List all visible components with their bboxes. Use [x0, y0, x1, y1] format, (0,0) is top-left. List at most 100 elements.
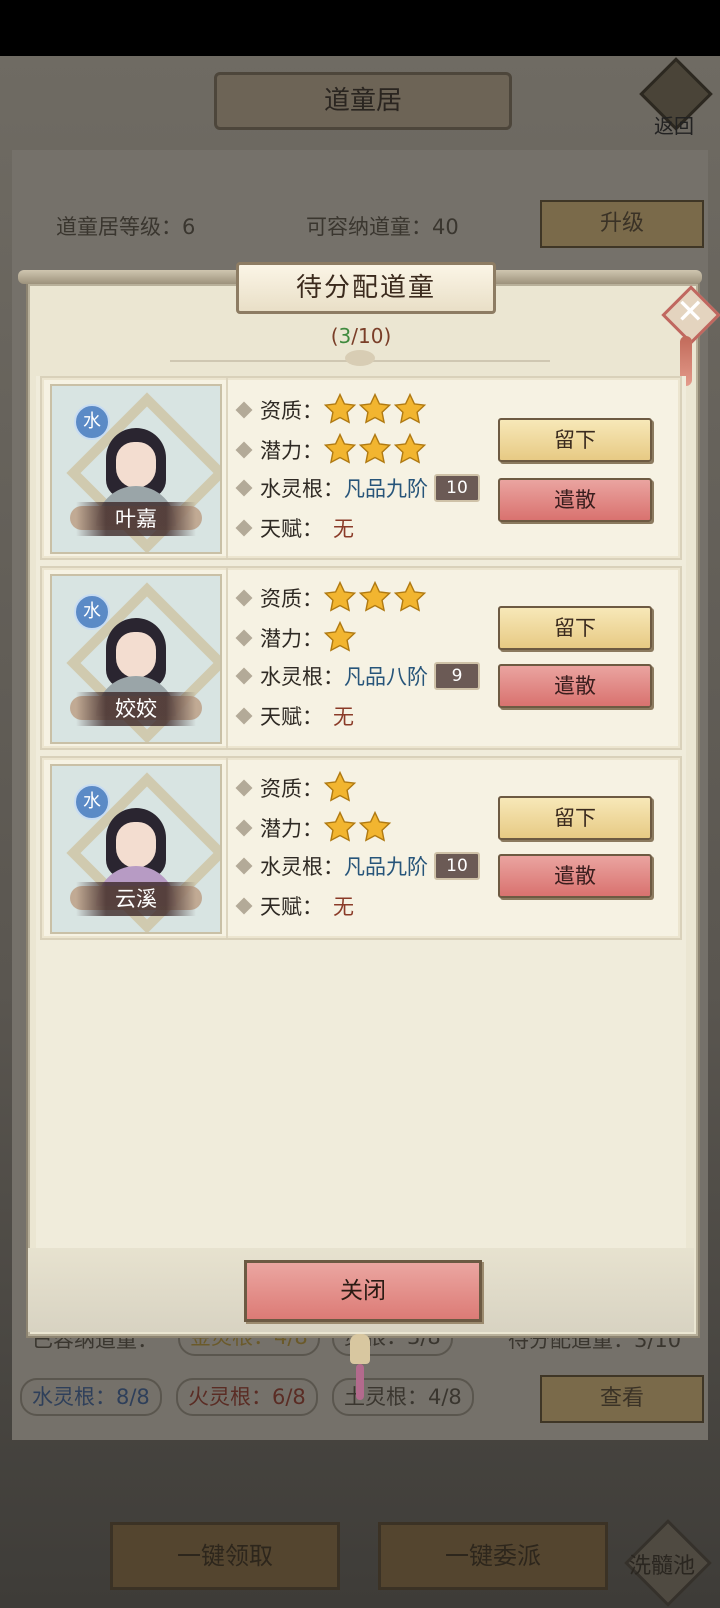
collect-all-button[interactable]: 一键领取 — [110, 1522, 340, 1590]
root-value: 凡品九阶 — [344, 855, 428, 879]
bullet-icon — [235, 819, 253, 837]
disciple-name: 云溪 — [76, 882, 196, 916]
aptitude-label: 资质： — [260, 777, 323, 801]
root-row: 水灵根：凡品八阶 9 — [235, 660, 480, 694]
bullet-icon — [235, 629, 253, 647]
potential-row: 潜力： — [235, 432, 428, 466]
talent-label: 天赋： — [260, 705, 323, 729]
potential-label: 潜力： — [260, 817, 323, 841]
keep-button[interactable]: 留下 — [498, 796, 652, 840]
star-icon — [358, 580, 392, 612]
card-divider — [226, 568, 228, 748]
portrait-face — [116, 442, 156, 488]
count-rest: /10) — [351, 324, 392, 348]
status-bar — [0, 0, 720, 56]
keep-button[interactable]: 留下 — [498, 606, 652, 650]
aptitude-stars — [323, 770, 358, 802]
water-element-badge: 水 — [74, 784, 110, 820]
talent-value: 无 — [333, 895, 354, 919]
aptitude-label: 资质： — [260, 399, 323, 423]
root-value: 凡品八阶 — [344, 665, 428, 689]
potential-stars — [323, 620, 358, 652]
disciple-portrait: 姣姣 水 — [50, 574, 222, 744]
bullet-icon — [235, 589, 253, 607]
root-row: 水灵根：凡品九阶 10 — [235, 472, 480, 506]
marrow-pool-button[interactable]: 洗髓池 — [624, 1519, 712, 1607]
star-icon — [358, 392, 392, 424]
disciple-name: 姣姣 — [76, 692, 196, 726]
back-label: 返回 — [654, 114, 694, 138]
potential-row: 潜力： — [235, 620, 358, 654]
bullet-icon — [235, 441, 253, 459]
potential-stars — [323, 432, 428, 464]
star-icon — [323, 432, 357, 464]
potential-label: 潜力： — [260, 627, 323, 651]
star-icon — [323, 770, 357, 802]
portrait-face — [116, 632, 156, 678]
view-button[interactable]: 查看 — [540, 1375, 704, 1423]
talent-row: 天赋： 无 — [235, 512, 354, 546]
star-icon — [393, 580, 427, 612]
star-icon — [323, 810, 357, 842]
bullet-icon — [235, 707, 253, 725]
disciple-card: 叶嘉 水 资质： 潜力： 水灵根：凡品九阶 10 天赋： 无 留下 遣散 — [40, 376, 682, 560]
dismiss-button[interactable]: 遣散 — [498, 664, 652, 708]
star-icon — [323, 580, 357, 612]
divider-ornament-center — [345, 350, 375, 366]
back-button[interactable]: 返回 — [639, 57, 713, 138]
close-button[interactable]: 关闭 — [244, 1260, 482, 1322]
dialog-title: 待分配道童 — [236, 262, 496, 314]
aptitude-row: 资质： — [235, 580, 428, 614]
bell-tassel — [356, 1364, 364, 1400]
aptitude-row: 资质： — [235, 392, 428, 426]
card-divider — [226, 378, 228, 558]
disciple-name: 叶嘉 — [76, 502, 196, 536]
upgrade-button[interactable]: 升级 — [540, 200, 704, 248]
keep-button[interactable]: 留下 — [498, 418, 652, 462]
star-icon — [323, 620, 357, 652]
bullet-icon — [235, 519, 253, 537]
count-open: ( — [330, 324, 339, 348]
star-icon — [393, 432, 427, 464]
talent-value: 无 — [333, 705, 354, 729]
talent-row: 天赋： 无 — [235, 890, 354, 924]
bullet-icon — [235, 667, 253, 685]
dismiss-button[interactable]: 遣散 — [498, 854, 652, 898]
root-level-badge: 10 — [434, 474, 480, 502]
root-label: 水灵根： — [260, 665, 344, 689]
count-current: 3 — [338, 324, 352, 348]
talent-label: 天赋： — [260, 895, 323, 919]
aptitude-label: 资质： — [260, 587, 323, 611]
root-level-badge: 10 — [434, 852, 480, 880]
water-element-badge: 水 — [74, 404, 110, 440]
talent-label: 天赋： — [260, 517, 323, 541]
residence-level-text: 道童居等级：6 — [56, 215, 196, 239]
root-level-badge: 9 — [434, 662, 480, 690]
potential-stars — [323, 810, 393, 842]
bullet-icon — [235, 401, 253, 419]
aptitude-stars — [323, 392, 428, 424]
disciple-card: 姣姣 水 资质： 潜力： 水灵根：凡品八阶 9 天赋： 无 留下 遣散 — [40, 566, 682, 750]
disciple-portrait: 叶嘉 水 — [50, 384, 222, 554]
potential-row: 潜力： — [235, 810, 393, 844]
bell-icon — [350, 1334, 370, 1364]
card-divider — [226, 758, 228, 938]
aptitude-row: 资质： — [235, 770, 358, 804]
root-label: 水灵根： — [260, 477, 344, 501]
aptitude-stars — [323, 580, 428, 612]
portrait-face — [116, 822, 156, 868]
bullet-icon — [235, 779, 253, 797]
disciple-card: 云溪 水 资质： 潜力： 水灵根：凡品九阶 10 天赋： 无 留下 遣散 — [40, 756, 682, 940]
star-icon — [393, 392, 427, 424]
bullet-icon — [235, 479, 253, 497]
disciple-portrait: 云溪 水 — [50, 764, 222, 934]
root-label: 水灵根： — [260, 855, 344, 879]
star-icon — [323, 392, 357, 424]
dispatch-all-button[interactable]: 一键委派 — [378, 1522, 608, 1590]
potential-label: 潜力： — [260, 439, 323, 463]
star-icon — [358, 810, 392, 842]
talent-value: 无 — [333, 517, 354, 541]
water-element-badge: 水 — [74, 594, 110, 630]
stat-water-root: 水灵根：8/8 — [20, 1378, 162, 1416]
dismiss-button[interactable]: 遣散 — [498, 478, 652, 522]
